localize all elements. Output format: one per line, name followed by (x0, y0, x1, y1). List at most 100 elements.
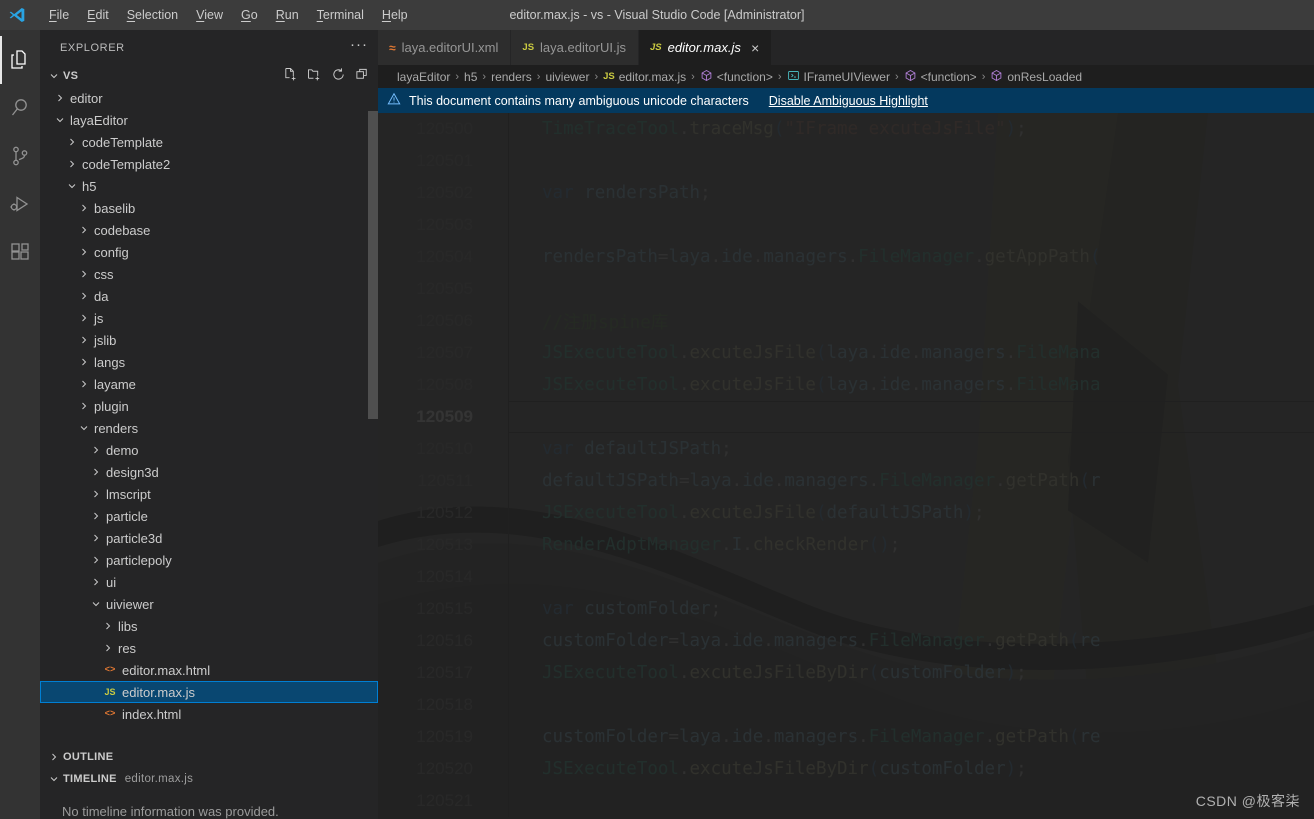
tree-item-editor-max-html[interactable]: <> editor.max.html (40, 659, 378, 681)
tree-item-codebase[interactable]: codebase (40, 219, 378, 241)
chevron-right-icon[interactable] (76, 268, 92, 280)
tree-item-particle[interactable]: particle (40, 505, 378, 527)
code-line[interactable]: 120500 TimeTraceTool.traceMsg("IFrame exc… (378, 113, 1314, 145)
tree-item-ui[interactable]: ui (40, 571, 378, 593)
breadcrumb-item-layaeditor[interactable]: layaEditor (397, 70, 450, 84)
chevron-down-icon[interactable] (76, 422, 92, 434)
code-line[interactable]: 120513 RenderAdptManager.I.checkRender(); (378, 529, 1314, 561)
breadcrumb-item--function-[interactable]: <function> (904, 69, 977, 85)
new-file-icon[interactable] (283, 67, 298, 85)
chevron-right-icon[interactable] (76, 356, 92, 368)
chevron-right-icon[interactable] (88, 510, 104, 522)
extensions-icon[interactable] (0, 228, 40, 276)
menu-help[interactable]: Help (373, 5, 417, 25)
code-line[interactable]: 120521 (378, 785, 1314, 817)
breadcrumb-item-uiviewer[interactable]: uiviewer (545, 70, 589, 84)
code-line[interactable]: 120505 (378, 273, 1314, 305)
chevron-right-icon[interactable] (88, 466, 104, 478)
chevron-right-icon[interactable] (76, 290, 92, 302)
editor-tab-laya-editorui-js[interactable]: JS laya.editorUI.js (511, 30, 640, 65)
menu-file[interactable]: File (40, 5, 78, 25)
run-and-debug-icon[interactable] (0, 180, 40, 228)
chevron-right-icon[interactable] (76, 224, 92, 236)
root-folder-header[interactable]: VS (40, 65, 378, 87)
explorer-more-actions-icon[interactable]: ··· (350, 37, 368, 55)
code-line[interactable]: 120504 rendersPath=laya.ide.managers.File… (378, 241, 1314, 273)
tree-item-design3d[interactable]: design3d (40, 461, 378, 483)
tree-item-langs[interactable]: langs (40, 351, 378, 373)
collapse-folders-icon[interactable] (355, 67, 370, 85)
menu-view[interactable]: View (187, 5, 232, 25)
menu-terminal[interactable]: Terminal (308, 5, 373, 25)
menu-selection[interactable]: Selection (118, 5, 187, 25)
chevron-right-icon[interactable] (100, 642, 116, 654)
code-line[interactable]: 120503 (378, 209, 1314, 241)
tree-item-plugin[interactable]: plugin (40, 395, 378, 417)
tree-item-layame[interactable]: layame (40, 373, 378, 395)
tree-item-index-html[interactable]: <> index.html (40, 703, 378, 725)
chevron-right-icon[interactable] (76, 202, 92, 214)
code-line[interactable]: 120514 (378, 561, 1314, 593)
code-line[interactable]: 120512 JSExecuteTool.excuteJsFile(default… (378, 497, 1314, 529)
timeline-section-header[interactable]: TIMELINE editor.max.js (40, 768, 378, 790)
breadcrumb-item-onresloaded[interactable]: onResLoaded (990, 69, 1082, 85)
tree-item-lmscript[interactable]: lmscript (40, 483, 378, 505)
chevron-right-icon[interactable] (88, 576, 104, 588)
editor-tabs[interactable]: ≈ laya.editorUI.xml JS laya.editorUI.js JS ed… (378, 30, 1314, 65)
explorer-icon[interactable] (0, 36, 40, 84)
chevron-right-icon[interactable] (88, 554, 104, 566)
close-icon[interactable]: × (751, 41, 759, 55)
breadcrumb-item-h5[interactable]: h5 (464, 70, 477, 84)
source-control-icon[interactable] (0, 132, 40, 180)
tree-item-codetemplate2[interactable]: codeTemplate2 (40, 153, 378, 175)
tree-item-uiviewer[interactable]: uiviewer (40, 593, 378, 615)
tree-item-editor[interactable]: editor (40, 87, 378, 109)
chevron-right-icon[interactable] (76, 334, 92, 346)
code-line[interactable]: 120502 var rendersPath; (378, 177, 1314, 209)
tree-item-particlepoly[interactable]: particlepoly (40, 549, 378, 571)
tree-item-particle3d[interactable]: particle3d (40, 527, 378, 549)
tree-item-res[interactable]: res (40, 637, 378, 659)
chevron-down-icon[interactable] (64, 180, 80, 192)
chevron-right-icon[interactable] (88, 532, 104, 544)
chevron-right-icon[interactable] (88, 444, 104, 456)
editor-tab-laya-editorui-xml[interactable]: ≈ laya.editorUI.xml (378, 30, 512, 65)
code-line[interactable]: 120510 var defaultJSPath; (378, 433, 1314, 465)
code-line[interactable]: 120518 (378, 689, 1314, 721)
chevron-right-icon[interactable] (76, 246, 92, 258)
menu-edit[interactable]: Edit (78, 5, 118, 25)
tree-item-baselib[interactable]: baselib (40, 197, 378, 219)
outline-section-header[interactable]: OUTLINE (40, 746, 378, 768)
breadcrumb-item-renders[interactable]: renders (491, 70, 532, 84)
tree-item-demo[interactable]: demo (40, 439, 378, 461)
refresh-explorer-icon[interactable] (331, 67, 346, 85)
tree-item-editor-max-js[interactable]: JS editor.max.js (40, 681, 378, 703)
chevron-right-icon[interactable] (88, 488, 104, 500)
code-lines[interactable]: 120500 TimeTraceTool.traceMsg("IFrame exc… (378, 113, 1314, 819)
menu-run[interactable]: Run (267, 5, 308, 25)
code-line[interactable]: 120519 customFolder=laya.ide.managers.Fil… (378, 721, 1314, 753)
chevron-right-icon[interactable] (64, 158, 80, 170)
breadcrumb-item-iframeuiviewer[interactable]: IFrameUIViewer (787, 69, 890, 85)
tree-item-codetemplate[interactable]: codeTemplate (40, 131, 378, 153)
tree-item-layaeditor[interactable]: layaEditor (40, 109, 378, 131)
tree-item-js[interactable]: js (40, 307, 378, 329)
tree-item-jslib[interactable]: jslib (40, 329, 378, 351)
sidebar-scrollbar[interactable] (368, 111, 378, 419)
chevron-right-icon[interactable] (100, 620, 116, 632)
code-line[interactable]: 120520 JSExecuteTool.excuteJsFileByDir(cu… (378, 753, 1314, 785)
chevron-right-icon[interactable] (76, 400, 92, 412)
tree-item-h5[interactable]: h5 (40, 175, 378, 197)
breadcrumb[interactable]: layaEditor › h5 › renders › uiviewer › JS editor.… (378, 65, 1314, 88)
tree-item-da[interactable]: da (40, 285, 378, 307)
new-folder-icon[interactable] (307, 67, 322, 85)
chevron-right-icon[interactable] (76, 378, 92, 390)
editor-tab-editor-max-js[interactable]: JS editor.max.js × (639, 30, 773, 65)
chevron-right-icon[interactable] (76, 312, 92, 324)
tree-item-libs[interactable]: libs (40, 615, 378, 637)
breadcrumb-item--function-[interactable]: <function> (700, 69, 773, 85)
tree-item-config[interactable]: config (40, 241, 378, 263)
code-line[interactable]: 120507 JSExecuteTool.excuteJsFile(laya.id… (378, 337, 1314, 369)
file-tree[interactable]: editor layaEditor codeTemplate codeTemplate… (40, 87, 378, 746)
code-line[interactable]: 120515 var customFolder; (378, 593, 1314, 625)
